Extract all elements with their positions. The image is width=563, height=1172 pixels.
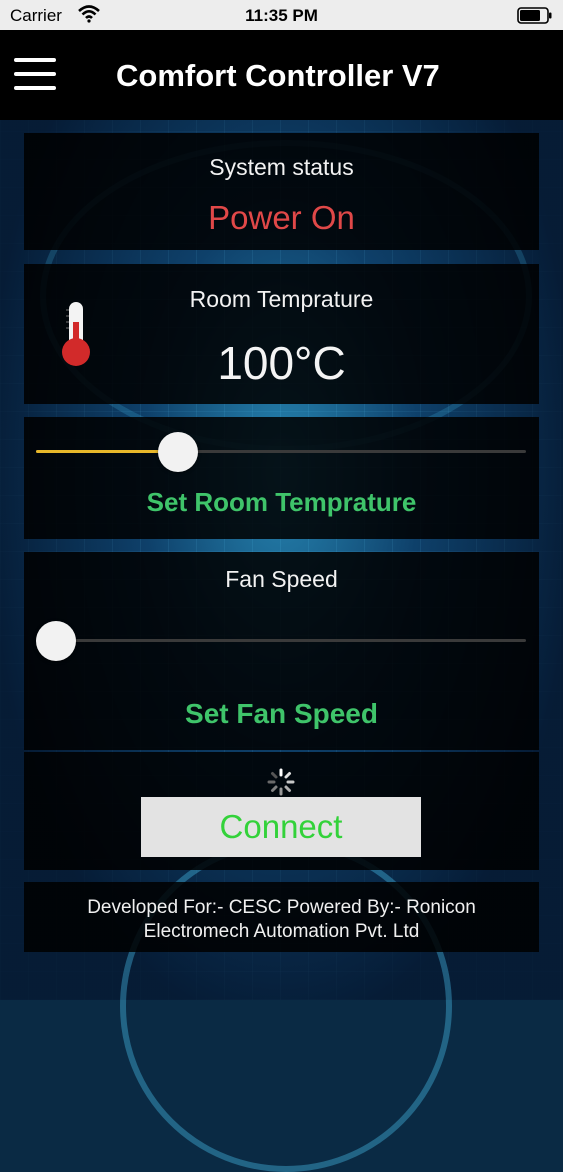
slider-thumb[interactable] [36,621,76,661]
footer-line-2: Electromech Automation Pvt. Ltd [143,921,420,942]
fan-speed-label: Fan Speed [225,566,338,592]
battery-icon [517,7,553,29]
loading-spinner-icon [267,768,295,796]
system-status-value: Power On [208,199,355,236]
set-fan-speed-label: Set Fan Speed [185,698,378,729]
status-bar: Carrier 11:35 PM [0,0,563,30]
room-temperature-value: 100°C [217,337,346,389]
system-status-panel: System status Power On [24,133,539,250]
clock: 11:35 PM [245,6,318,25]
fan-speed-panel: Fan Speed Set Fan Speed [24,552,539,750]
footer-line-1: Developed For:- CESC Powered By:- Ronico… [87,897,476,918]
slider-track [36,639,526,642]
room-temperature-panel: Room Temprature 100°C [24,264,539,404]
set-temperature-label: Set Room Temprature [146,487,417,517]
system-status-label: System status [209,154,354,180]
temperature-slider[interactable] [36,432,526,472]
footer-panel: Developed For:- CESC Powered By:- Ronico… [24,882,539,952]
set-temperature-panel: Set Room Temprature [24,417,539,539]
hamburger-menu-icon[interactable] [14,58,58,92]
connect-button[interactable]: Connect [141,797,421,857]
slider-fill [36,450,178,453]
page-title: Comfort Controller V7 [116,58,440,93]
navigation-bar: Comfort Controller V7 [0,30,563,120]
fan-speed-slider[interactable] [36,621,526,661]
slider-thumb[interactable] [157,432,198,472]
room-temperature-label: Room Temprature [189,286,374,312]
